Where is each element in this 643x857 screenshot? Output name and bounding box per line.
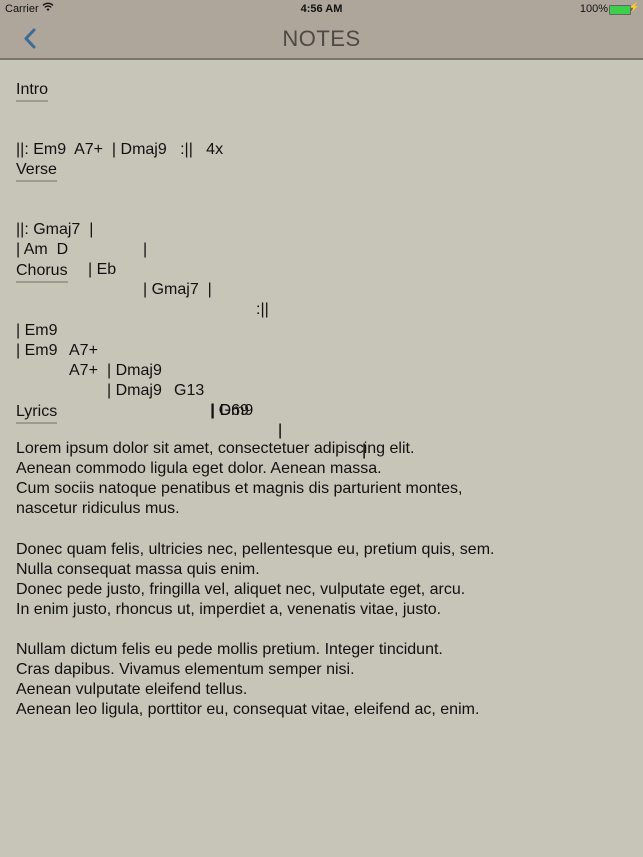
lyric-line: nascetur ridiculus mus. bbox=[16, 500, 180, 518]
chord-token: | Eb bbox=[88, 261, 117, 278]
lyric-line: Nulla consequat massa quis enim. bbox=[16, 560, 260, 578]
section-heading-intro: Intro bbox=[16, 80, 49, 102]
chord-token: :|| bbox=[256, 301, 269, 318]
lyric-line: Aenean leo ligula, porttitor eu, consequ… bbox=[16, 701, 480, 719]
chord-token: G13 bbox=[174, 382, 205, 399]
lyric-line: Aenean commodo ligula eget dolor. Aenean… bbox=[16, 460, 382, 478]
lyric-line: Cras dapibus. Vivamus elementum semper n… bbox=[16, 661, 355, 679]
section-heading-verse: Verse bbox=[16, 160, 57, 182]
chord-token: A7+ bbox=[69, 362, 98, 379]
chord-token: | bbox=[143, 241, 148, 258]
chord-token: | bbox=[278, 422, 283, 439]
chord-token: ||: Em9 A7+ | Dmaj9 :|| 4x bbox=[16, 141, 224, 158]
chord-token: | Am D bbox=[16, 241, 69, 258]
chord-token: | Dmaj9 bbox=[107, 382, 162, 399]
status-bar: Carrier 4:56 AM 100% ⚡ bbox=[0, 0, 643, 18]
chord-token: | Dmaj9 bbox=[107, 362, 162, 379]
chord-token: | Gmaj7 | bbox=[143, 281, 212, 298]
lyric-line: In enim justo, rhoncus ut, imperdiet a, … bbox=[16, 600, 442, 618]
clock: 4:56 AM bbox=[300, 3, 343, 15]
battery-percent: 100% bbox=[579, 3, 608, 15]
lyric-line: Lorem ipsum dolor sit amet, consectetuer… bbox=[16, 440, 415, 457]
navigation-bar: NOTES bbox=[0, 18, 643, 60]
section-heading-chorus: Chorus bbox=[16, 261, 68, 283]
lyric-line: Nullam dictum felis eu pede mollis preti… bbox=[16, 641, 443, 658]
lyric-line: Donec quam felis, ultricies nec, pellent… bbox=[16, 540, 495, 558]
lyric-line: Aenean vulputate eleifend tellus. bbox=[16, 681, 248, 699]
chord-token: A7+ bbox=[69, 342, 98, 359]
charging-icon: ⚡ bbox=[628, 2, 640, 12]
chord-token: | Em9 bbox=[16, 342, 58, 359]
battery-icon bbox=[609, 5, 631, 15]
section-heading-lyrics: Lyrics bbox=[16, 402, 58, 424]
chord-token: | Gm9 bbox=[210, 402, 254, 419]
lyric-line: Cum sociis natoque penatibus et magnis d… bbox=[16, 480, 463, 498]
lyric-line: Donec pede justo, fringilla vel, aliquet… bbox=[16, 580, 466, 598]
page-title: NOTES bbox=[282, 26, 361, 51]
